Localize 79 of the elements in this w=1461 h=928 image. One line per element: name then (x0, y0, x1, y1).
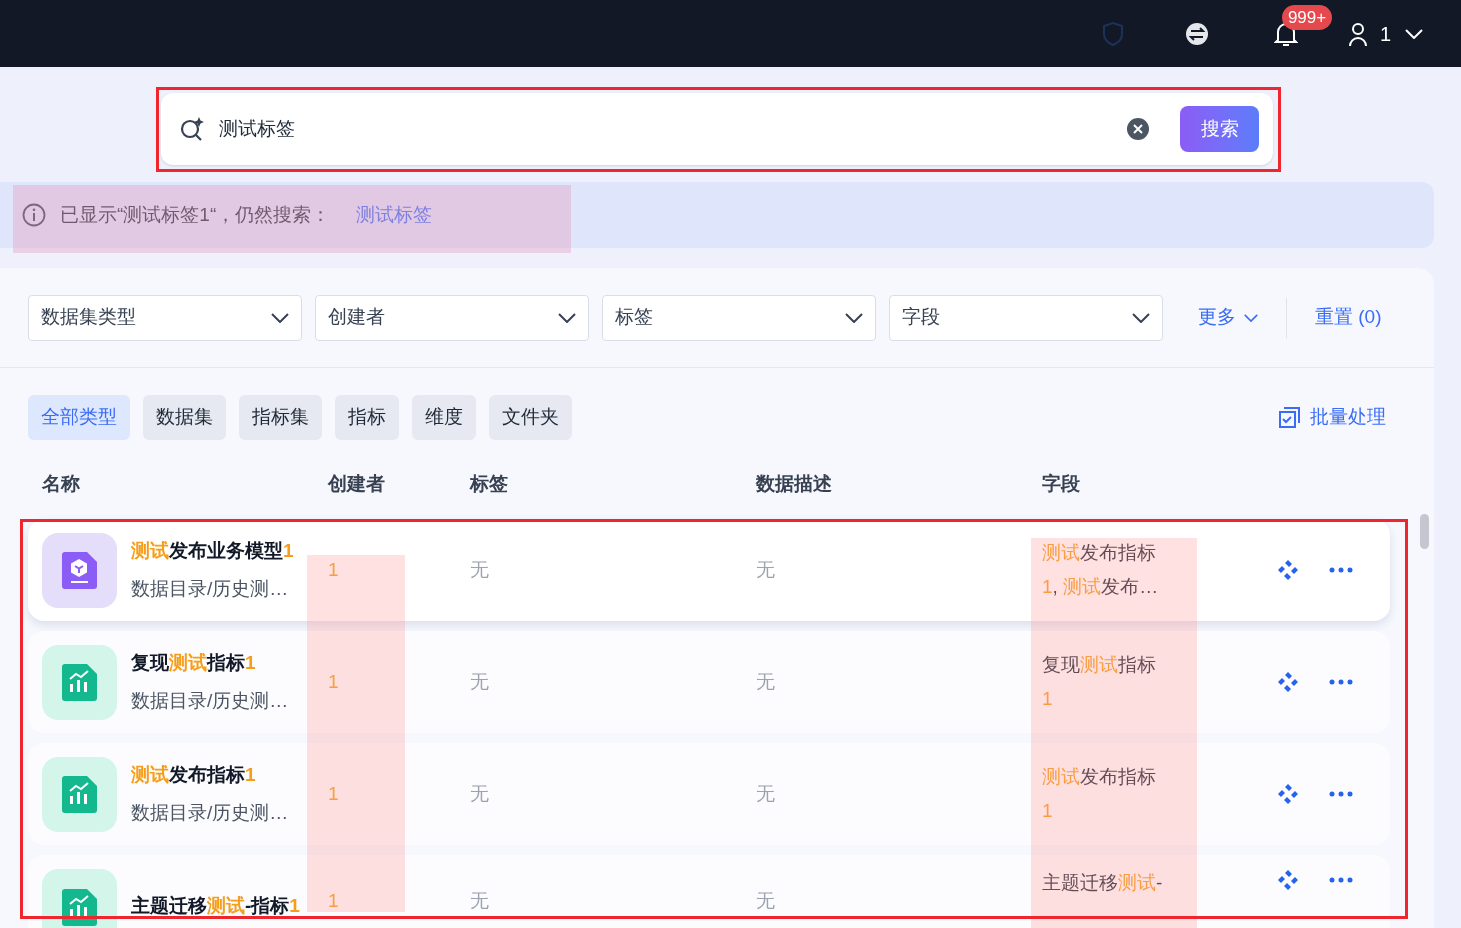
column-header: 名称 (42, 471, 81, 496)
item-path: 数据目录/历史测… (131, 689, 289, 713)
filter-dropdown[interactable]: 字段 (889, 294, 1163, 341)
chevron-down-icon (558, 312, 576, 323)
tag-cell-text: 无 (470, 889, 490, 913)
diamond-icon[interactable] (1277, 783, 1299, 805)
item-path: 数据目录/历史测… (131, 577, 290, 601)
chart-file-icon (42, 869, 117, 928)
chart-file-icon (42, 756, 117, 832)
result-row[interactable]: 测试发布指标1 数据目录/历史测… 1 无 无 测试发布指标 1 (28, 743, 1390, 845)
batch-button[interactable]: 批量处理 (1279, 402, 1386, 432)
more-icon[interactable] (1329, 567, 1353, 573)
model-file-icon (42, 532, 117, 608)
creator-cell-text: 1 (328, 781, 340, 806)
item-name: 主题迁移测试-指标1 (131, 894, 300, 919)
description-cell-text: 无 (756, 781, 776, 806)
result-row[interactable]: 复现测试指标1 数据目录/历史测… 1 无 无 复现测试指标 1 (28, 631, 1390, 733)
creator-cell-text: 1 (328, 557, 340, 582)
creator-cell-text: 1 (328, 669, 340, 694)
item-name: 复现测试指标1 (131, 650, 257, 675)
batch-icon (1279, 406, 1300, 428)
tag-cell-text: 无 (470, 669, 490, 694)
column-header: 标签 (470, 471, 509, 496)
item-name: 测试发布指标1 (131, 762, 257, 787)
type-tab[interactable]: 全部类型 (28, 394, 130, 440)
description-cell-text: 无 (756, 557, 776, 582)
chevron-down-icon (1244, 312, 1258, 323)
filter-dropdown[interactable]: 创建者 (315, 294, 589, 341)
scroll-thumb[interactable] (1420, 514, 1429, 549)
chevron-down-icon (1405, 28, 1423, 39)
result-row[interactable]: 主题迁移测试-指标1 1 无 无 主题迁移测试- (28, 855, 1390, 928)
search-icon (179, 116, 205, 142)
clear-icon[interactable] (1126, 117, 1150, 141)
field-text: 主题迁移测试- (1042, 871, 1164, 895)
field-text: 1 (1042, 687, 1054, 711)
type-tab[interactable]: 指标集 (239, 394, 322, 440)
result-row[interactable]: 测试发布业务模型1 数据目录/历史测… 1 无 无 测试发布指标 1, 测试发布… (28, 519, 1390, 621)
user-name[interactable]: 1 (1379, 18, 1391, 49)
type-tab[interactable]: 数据集 (143, 394, 226, 440)
chart-file-icon (42, 644, 117, 720)
item-path: 数据目录/历史测… (131, 801, 289, 825)
column-header: 字段 (1042, 471, 1081, 496)
user-icon[interactable] (1347, 21, 1368, 46)
more-button[interactable]: 更多 (1198, 303, 1258, 332)
tag-cell-text: 无 (470, 557, 490, 582)
diamond-icon[interactable] (1277, 559, 1299, 581)
diamond-icon[interactable] (1277, 671, 1299, 693)
field-text: 1 (1042, 799, 1054, 823)
description-cell-text: 无 (756, 889, 776, 913)
description-cell-text: 无 (756, 669, 776, 694)
creator-cell-text: 1 (328, 889, 340, 913)
notification-badge: 999+ (1281, 4, 1333, 30)
more-icon[interactable] (1329, 679, 1353, 685)
filter-dropdown[interactable]: 标签 (602, 294, 876, 341)
field-text: 复现测试指标 (1042, 652, 1157, 677)
column-header: 创建者 (328, 471, 386, 496)
notice-text: 已显示“测试标签1“，仍然搜索： (60, 202, 331, 227)
diamond-icon[interactable] (1277, 869, 1299, 891)
tag-cell-text: 无 (470, 781, 490, 806)
more-icon[interactable] (1329, 877, 1353, 883)
reset-button[interactable]: 重置 (0) (1315, 303, 1382, 332)
swap-icon[interactable] (1185, 22, 1208, 45)
search-field[interactable]: 测试标签 搜索 (161, 93, 1273, 165)
field-text: 测试发布指标 (1042, 764, 1157, 789)
column-header: 数据描述 (756, 471, 833, 496)
search-button[interactable]: 搜索 (1180, 106, 1259, 152)
type-tab[interactable]: 维度 (412, 394, 476, 440)
filter-dropdown[interactable]: 数据集类型 (28, 294, 302, 341)
chevron-down-icon (271, 312, 289, 323)
type-tab[interactable]: 指标 (335, 394, 399, 440)
field-text: 1, 测试发布… (1042, 575, 1160, 599)
type-tab[interactable]: 文件夹 (489, 394, 572, 440)
chevron-down-icon (1132, 312, 1150, 323)
field-text: 测试发布指标 (1042, 540, 1157, 565)
info-icon (22, 203, 46, 227)
search-input[interactable]: 测试标签 (219, 114, 1126, 144)
more-icon[interactable] (1329, 791, 1353, 797)
chevron-down-icon (845, 312, 863, 323)
item-name: 测试发布业务模型1 (131, 538, 294, 563)
